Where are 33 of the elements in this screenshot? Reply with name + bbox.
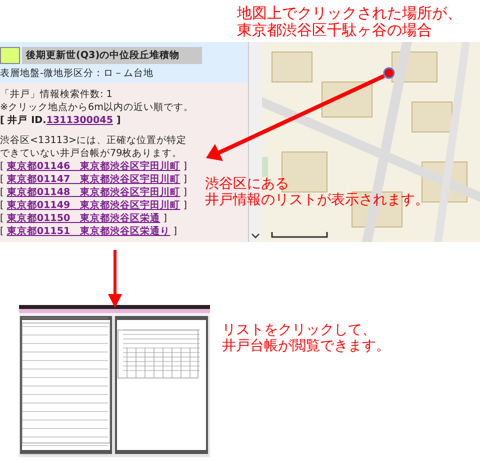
classification-text: 表層地盤-微地形区分：ロ－ム台地 — [0, 67, 154, 80]
ward-note: 渋谷区<13113>には、正確な位置が特定できていない井戸台帳が79枚あります。 — [0, 134, 188, 160]
bracket-text: [ — [0, 213, 4, 224]
bracket-text: ] — [173, 226, 178, 237]
callout-text: 渋谷区にある 井戸情報のリストが表示されます。 — [205, 176, 429, 208]
well-link[interactable]: 東京都01149 東京都渋谷区宇田川町 — [6, 200, 180, 211]
note-text: ※クリック地点から6m以内の近い順です。 — [0, 101, 194, 114]
scroll-down-icon[interactable] — [251, 233, 260, 239]
bracket-text: [ — [0, 187, 4, 198]
bracket-text: [ — [0, 200, 4, 211]
well-link[interactable]: 東京都01146 東京都渋谷区宇田川町 — [6, 161, 180, 172]
callout-text: リストをクリックして、 井戸台帳が閲覧できます。 — [222, 322, 390, 354]
down-arrow — [108, 250, 122, 308]
result-count: 「井戸」情報検索件数: 1 — [0, 88, 114, 101]
document-viewer-drawing[interactable] — [19, 305, 210, 457]
well-id-link[interactable]: 1311300045 — [46, 115, 114, 126]
bracket-text: ] — [183, 161, 188, 172]
well-id-label: [ 井戸 ID. — [0, 115, 46, 126]
bracket-text: ] — [183, 174, 188, 185]
bracket-text: ] — [116, 115, 121, 126]
callout-text: 地図上でクリックされた場所が、 東京都渋谷区千駄ヶ谷の場合 — [237, 5, 462, 40]
well-link[interactable]: 東京都01151 東京都渋谷区栄通り — [6, 226, 170, 237]
well-link[interactable]: 東京都01150 東京都渋谷区栄通 — [6, 213, 160, 224]
bracket-text: ] — [183, 187, 188, 198]
bracket-text: [ — [0, 161, 4, 172]
well-link[interactable]: 東京都01147 東京都渋谷区宇田川町 — [6, 174, 180, 185]
well-link[interactable]: 東京都01148 東京都渋谷区宇田川町 — [6, 187, 180, 198]
map-marker-icon — [383, 67, 395, 79]
bracket-text: ] — [163, 213, 168, 224]
bracket-text: [ — [0, 174, 4, 185]
bracket-text: ] — [183, 200, 188, 211]
legend-title: 後期更新世(Q3)の中位段丘堆積物 — [22, 47, 202, 64]
bracket-text: [ — [0, 226, 4, 237]
